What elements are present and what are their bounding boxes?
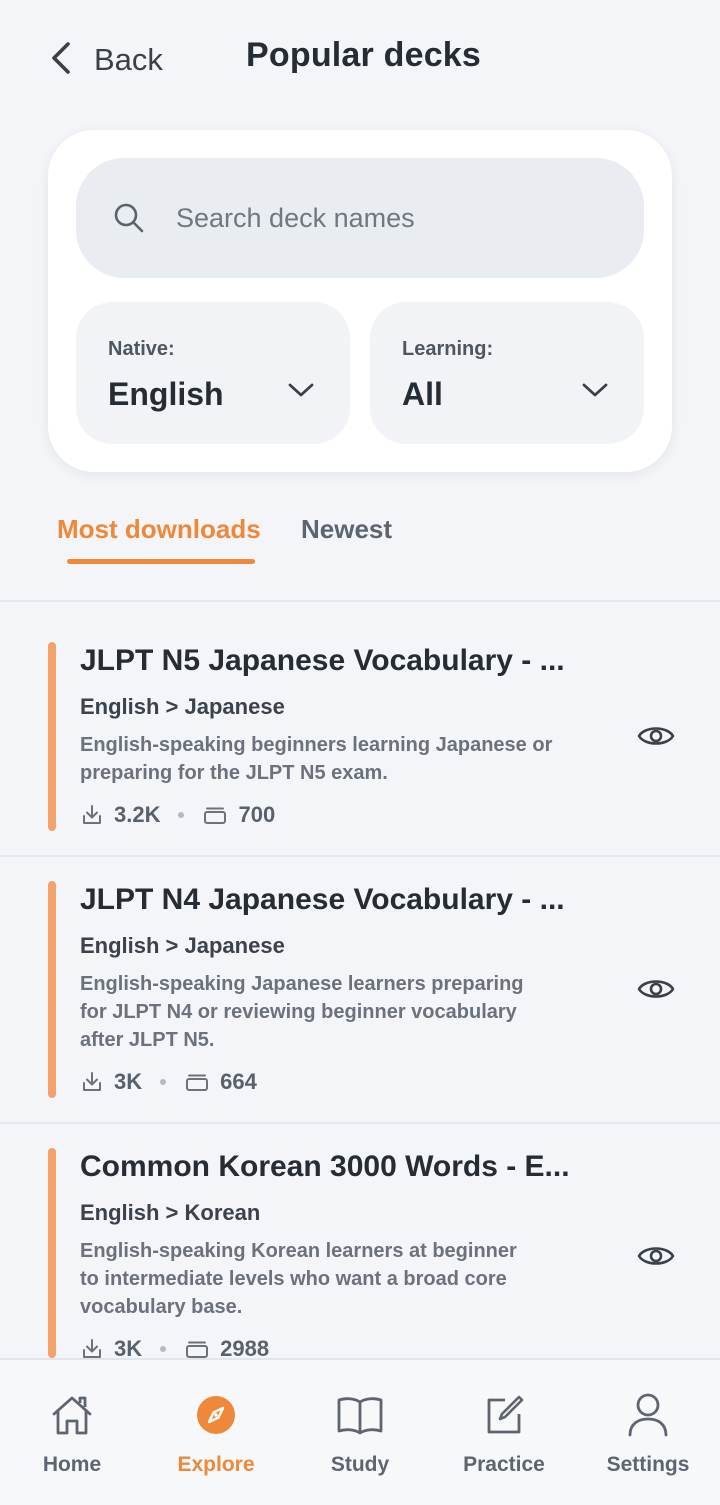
bottom-navigation: Home Explore Study Practice Settings xyxy=(0,1358,720,1505)
separator-dot xyxy=(160,1079,167,1085)
eye-icon[interactable] xyxy=(637,1242,675,1275)
deck-accent-bar xyxy=(48,642,56,831)
nav-label: Study xyxy=(330,1453,390,1476)
compass-icon xyxy=(144,1390,288,1440)
deck-title: Common Korean 3000 Words - E... xyxy=(80,1150,570,1183)
chevron-down-icon xyxy=(288,382,314,403)
deck-accent-bar xyxy=(48,881,56,1098)
deck-description: English-speaking Japanese learners prepa… xyxy=(80,970,580,1054)
page-title: Popular decks xyxy=(246,36,482,74)
search-icon xyxy=(112,201,146,235)
user-icon xyxy=(576,1390,720,1440)
deck-description: English-speaking beginners learning Japa… xyxy=(80,731,580,787)
deck-description-line: English-speaking Japanese learners prepa… xyxy=(80,973,524,995)
search-box[interactable] xyxy=(76,158,644,278)
download-count: 3.2K xyxy=(114,802,161,827)
divider xyxy=(0,600,720,602)
deck-title: JLPT N4 Japanese Vocabulary - ... xyxy=(80,883,565,916)
deck-language-pair: English > Korean xyxy=(80,1200,261,1225)
nav-explore[interactable]: Explore xyxy=(144,1360,288,1505)
chevron-left-icon xyxy=(50,41,72,80)
cards-stack-icon xyxy=(184,1338,210,1360)
back-button[interactable]: Back xyxy=(50,38,163,82)
download-icon xyxy=(80,1070,104,1094)
separator-dot xyxy=(178,812,185,818)
deck-description-line: English-speaking beginners learning Japa… xyxy=(80,734,553,756)
deck-description-line: for JLPT N4 or reviewing beginner vocabu… xyxy=(80,1001,517,1023)
filter-card: Native: English Learning: All xyxy=(48,130,672,472)
nav-label: Home xyxy=(42,1453,102,1476)
eye-icon[interactable] xyxy=(637,722,675,755)
deck-stats: 3K 664 xyxy=(80,1069,257,1095)
separator-dot xyxy=(160,1346,167,1352)
deck-description-line: preparing for the JLPT N5 exam. xyxy=(80,762,388,784)
deck-description-line: vocabulary base. xyxy=(80,1296,243,1318)
deck-stats: 3.2K 700 xyxy=(80,802,275,828)
nav-study[interactable]: Study xyxy=(288,1360,432,1505)
deck-accent-bar xyxy=(48,1148,56,1358)
nav-home[interactable]: Home xyxy=(0,1360,144,1505)
tab-newest[interactable]: Newest xyxy=(301,514,392,545)
deck-description: English-speaking Korean learners at begi… xyxy=(80,1237,580,1321)
eye-icon[interactable] xyxy=(637,975,675,1008)
tab-most-downloads[interactable]: Most downloads xyxy=(57,514,261,545)
edit-icon xyxy=(432,1390,576,1440)
download-count: 3K xyxy=(114,1069,143,1094)
deck-description-line: English-speaking Korean learners at begi… xyxy=(80,1240,517,1262)
learning-language-dropdown[interactable]: Learning: All xyxy=(370,302,644,444)
search-input[interactable] xyxy=(176,202,596,234)
book-icon xyxy=(288,1390,432,1440)
deck-title: JLPT N5 Japanese Vocabulary - ... xyxy=(80,644,565,677)
chevron-down-icon xyxy=(582,382,608,403)
native-language-dropdown[interactable]: Native: English xyxy=(76,302,350,444)
nav-label: Explore xyxy=(177,1453,255,1476)
divider xyxy=(0,855,720,857)
nav-label: Practice xyxy=(463,1453,545,1476)
home-icon xyxy=(0,1390,144,1440)
cards-stack-icon xyxy=(184,1071,210,1093)
card-count: 664 xyxy=(220,1069,257,1094)
sort-tabs: Most downloads Newest xyxy=(0,500,720,600)
deck-description-line: to intermediate levels who want a broad … xyxy=(80,1268,507,1290)
active-tab-indicator xyxy=(67,559,255,564)
back-label: Back xyxy=(94,42,163,77)
nav-label: Settings xyxy=(606,1453,690,1476)
deck-language-pair: English > Japanese xyxy=(80,933,285,958)
header: Back Popular decks xyxy=(0,0,720,120)
native-value: English xyxy=(108,376,224,412)
deck-description-line: after JLPT N5. xyxy=(80,1029,215,1051)
download-icon xyxy=(80,803,104,827)
learning-value: All xyxy=(402,376,443,412)
card-count: 700 xyxy=(238,802,276,827)
learning-label: Learning: xyxy=(402,338,494,360)
nav-settings[interactable]: Settings xyxy=(576,1360,720,1505)
deck-language-pair: English > Japanese xyxy=(80,694,285,719)
divider xyxy=(0,1122,720,1124)
cards-stack-icon xyxy=(202,804,228,826)
native-label: Native: xyxy=(108,338,175,360)
nav-practice[interactable]: Practice xyxy=(432,1360,576,1505)
